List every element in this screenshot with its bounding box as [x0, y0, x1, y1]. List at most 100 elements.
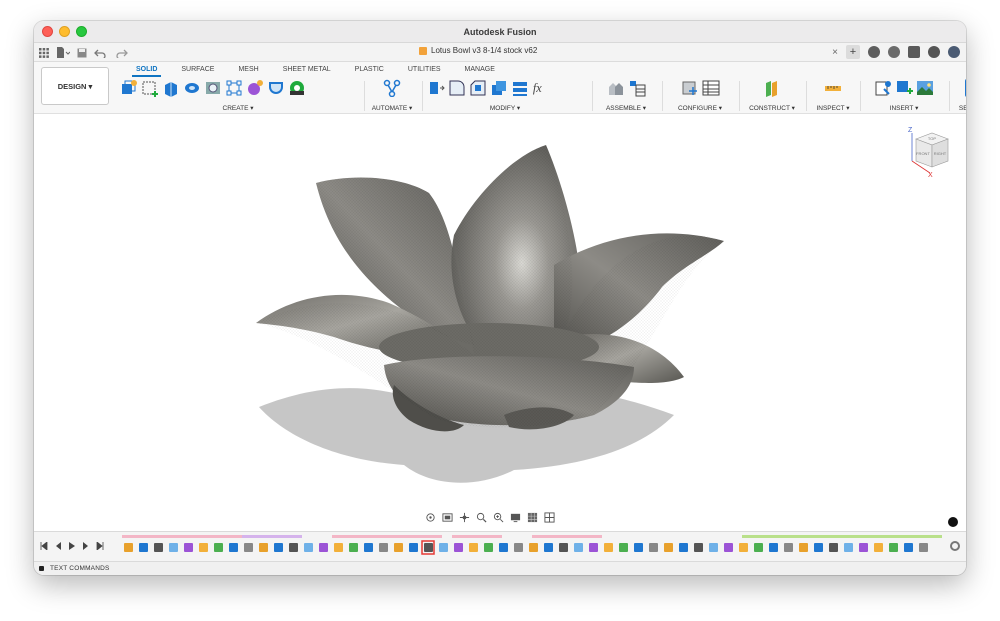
timeline-feature-icon[interactable] [709, 543, 718, 552]
go-to-end-icon[interactable] [96, 542, 104, 550]
help-icon[interactable] [928, 46, 940, 58]
tab-utilities[interactable]: UTILITIES [396, 64, 453, 75]
job-status-icon[interactable] [888, 46, 900, 58]
zoom-icon[interactable] [493, 512, 504, 523]
timeline-feature-icon[interactable] [349, 543, 358, 552]
timeline-feature-icon[interactable] [574, 543, 583, 552]
close-window-button[interactable] [42, 26, 53, 37]
zoom-window-icon[interactable] [476, 512, 487, 523]
save-icon[interactable] [76, 45, 88, 60]
look-at-icon[interactable] [442, 512, 453, 523]
timeline-feature-icon[interactable] [559, 543, 568, 552]
grid-settings-icon[interactable] [527, 512, 538, 523]
design-timeline[interactable] [34, 531, 966, 561]
timeline-feature-icon[interactable] [214, 543, 223, 552]
timeline-feature-icon[interactable] [499, 543, 508, 552]
lotus-bowl-model[interactable] [34, 115, 966, 531]
orbit-icon[interactable] [425, 512, 436, 523]
tab-plastic[interactable]: PLASTIC [343, 64, 396, 75]
shell-icon[interactable] [490, 79, 508, 97]
step-forward-icon[interactable] [82, 542, 90, 550]
timeline-feature-icon[interactable] [484, 543, 493, 552]
redo-icon[interactable] [116, 45, 132, 60]
timeline-feature-icon[interactable] [334, 543, 343, 552]
pan-icon[interactable] [459, 512, 470, 523]
go-to-start-icon[interactable] [40, 542, 48, 550]
timeline-settings-icon[interactable] [950, 541, 960, 551]
configure-design-icon[interactable] [681, 79, 699, 97]
form-icon[interactable] [246, 79, 264, 97]
text-commands-bar[interactable]: TEXT COMMANDS [34, 561, 966, 575]
new-component-icon[interactable] [120, 79, 138, 97]
new-tab-button[interactable]: + [846, 45, 860, 59]
display-settings-icon[interactable] [510, 512, 521, 523]
timeline-feature-icon[interactable] [754, 543, 763, 552]
hole-icon[interactable] [204, 79, 222, 97]
timeline-feature-icon[interactable] [889, 543, 898, 552]
timeline-feature-icon[interactable] [139, 543, 148, 552]
insert-group-label[interactable]: INSERT ▾ [864, 104, 944, 112]
notifications-icon[interactable] [908, 46, 920, 58]
document-tab[interactable]: Lotus Bowl v3 8-1/4 stock v62 [419, 46, 537, 55]
timeline-feature-icon[interactable] [859, 543, 868, 552]
assemble-group-label[interactable]: ASSEMBLE ▾ [596, 104, 656, 112]
timeline-feature-icon[interactable] [454, 543, 463, 552]
tab-sheet-metal[interactable]: SHEET METAL [271, 64, 343, 75]
timeline-feature-icon[interactable] [904, 543, 913, 552]
configure-group-label[interactable]: CONFIGURE ▾ [666, 104, 734, 112]
modify-group-label[interactable]: MODIFY ▾ [425, 104, 585, 112]
timeline-feature-icon[interactable] [634, 543, 643, 552]
step-back-icon[interactable] [54, 542, 62, 550]
workspace-switcher[interactable]: DESIGN ▾ [41, 67, 109, 105]
timeline-feature-icon[interactable] [649, 543, 658, 552]
timeline-feature-icon[interactable] [394, 543, 403, 552]
revolve-icon[interactable] [183, 79, 201, 97]
timeline-feature-icon[interactable] [244, 543, 253, 552]
select-group-label[interactable]: SELECT ▾ [952, 104, 966, 112]
tab-surface[interactable]: SURFACE [169, 64, 226, 75]
timeline-feature-icon[interactable] [664, 543, 673, 552]
timeline-feature-track[interactable] [122, 535, 942, 559]
timeline-feature-icon[interactable] [199, 543, 208, 552]
create-sketch-icon[interactable] [141, 79, 159, 97]
timeline-feature-icon[interactable] [814, 543, 823, 552]
timeline-feature-icon[interactable] [589, 543, 598, 552]
timeline-feature-icon[interactable] [364, 543, 373, 552]
chamfer-icon[interactable] [469, 79, 487, 97]
parameters-icon[interactable]: fx [532, 79, 550, 97]
construct-group-label[interactable]: CONSTRUCT ▾ [743, 104, 801, 112]
comments-icon[interactable] [948, 517, 958, 527]
joint-icon[interactable] [607, 79, 625, 97]
timeline-feature-icon[interactable] [124, 543, 133, 552]
tab-manage[interactable]: MANAGE [453, 64, 507, 75]
timeline-feature-icon[interactable] [289, 543, 298, 552]
timeline-feature-icon[interactable] [439, 543, 448, 552]
timeline-feature-icon[interactable] [184, 543, 193, 552]
timeline-feature-icon[interactable] [259, 543, 268, 552]
grid-menu-icon[interactable] [38, 45, 50, 60]
insert-canvas-icon[interactable] [916, 79, 934, 97]
timeline-feature-icon[interactable] [829, 543, 838, 552]
user-avatar[interactable] [948, 46, 960, 58]
automate-icon[interactable] [383, 79, 401, 97]
timeline-feature-icon[interactable] [724, 543, 733, 552]
tab-mesh[interactable]: MESH [226, 64, 270, 75]
extrude-icon[interactable] [162, 79, 180, 97]
pattern-icon[interactable] [225, 79, 243, 97]
timeline-feature-icon[interactable] [604, 543, 613, 552]
fillet-icon[interactable] [448, 79, 466, 97]
minimize-window-button[interactable] [59, 26, 70, 37]
timeline-feature-icon[interactable] [274, 543, 283, 552]
press-pull-icon[interactable] [427, 79, 445, 97]
timeline-feature-icon[interactable] [739, 543, 748, 552]
timeline-feature-icon[interactable] [379, 543, 388, 552]
insert-derive-icon[interactable] [874, 79, 892, 97]
timeline-feature-icon[interactable] [229, 543, 238, 552]
inspect-group-label[interactable]: INSPECT ▾ [810, 104, 856, 112]
play-icon[interactable] [68, 542, 76, 550]
timeline-feature-icon[interactable] [619, 543, 628, 552]
timeline-feature-icon[interactable] [154, 543, 163, 552]
insert-mesh-icon[interactable] [895, 79, 913, 97]
timeline-feature-icon[interactable] [874, 543, 883, 552]
combine-icon[interactable] [511, 79, 529, 97]
